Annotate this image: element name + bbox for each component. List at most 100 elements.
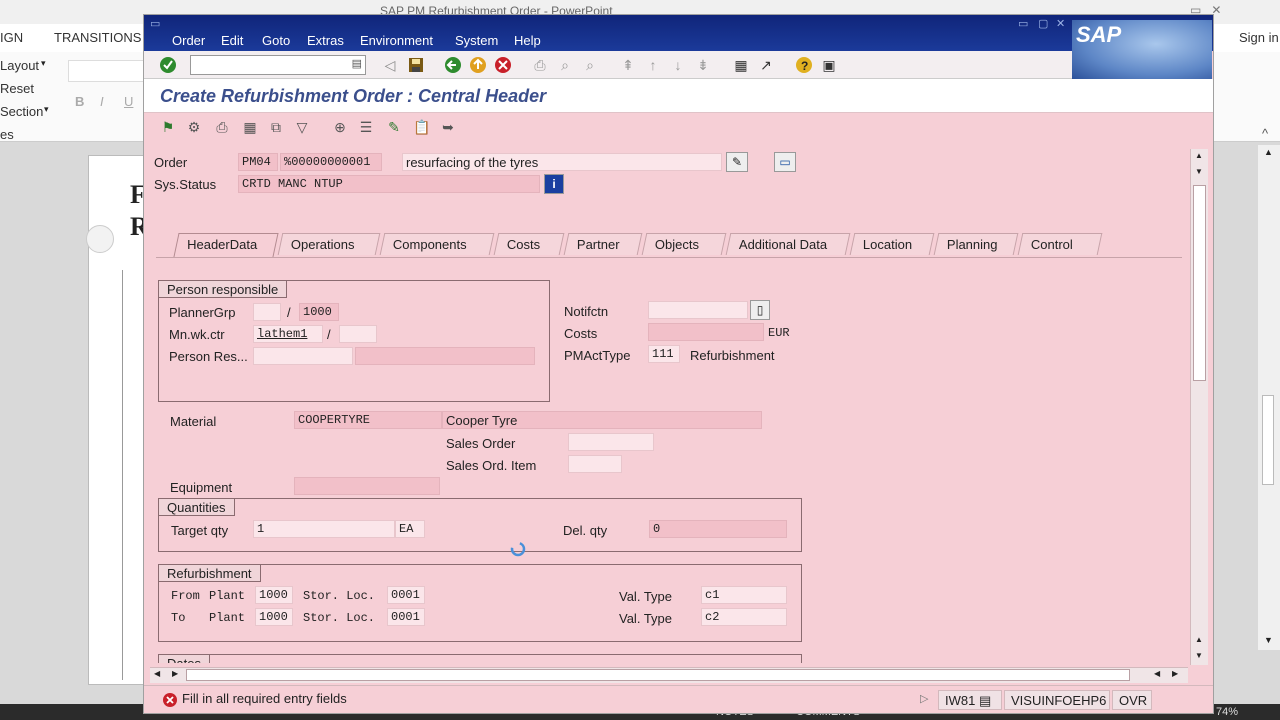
to-stor-loc-field[interactable]: 0001	[387, 608, 425, 626]
scroll-up-icon[interactable]: ▲	[1264, 147, 1273, 157]
ppt-reset-button[interactable]: Reset	[0, 81, 34, 96]
target-qty-field[interactable]: 1	[253, 520, 395, 538]
ppt-section-button[interactable]: Section	[0, 104, 43, 119]
help-icon[interactable]: ?	[794, 55, 814, 75]
menu-environment[interactable]: Environment	[360, 33, 433, 48]
back-icon[interactable]	[443, 55, 463, 75]
tab-control[interactable]: Control	[1017, 233, 1103, 255]
from-plant-field[interactable]: 1000	[255, 586, 293, 604]
vertical-scrollbar[interactable]: ▲ ▼ ▲ ▼	[1190, 149, 1208, 665]
collapse-ribbon-icon[interactable]: ^	[1262, 126, 1268, 141]
settings-icon[interactable]: ⚙	[184, 117, 204, 137]
tab-additional-data[interactable]: Additional Data	[725, 233, 851, 255]
find-icon[interactable]: ⌕	[555, 55, 575, 75]
command-field[interactable]: ▤	[190, 55, 366, 75]
find-next-icon[interactable]: ⌕	[580, 55, 600, 75]
next-page-icon[interactable]: ↓	[668, 55, 688, 75]
sales-ord-item-field[interactable]	[568, 455, 622, 473]
close-icon[interactable]: ✕	[1056, 17, 1065, 30]
menu-edit[interactable]: Edit	[221, 33, 243, 48]
maximize-icon[interactable]: ▢	[1038, 17, 1048, 30]
forward-icon[interactable]: ➥	[438, 117, 458, 137]
print-icon[interactable]: ⎙	[530, 55, 550, 75]
tab-objects[interactable]: Objects	[641, 233, 727, 255]
ppt-tab-transitions[interactable]: TRANSITIONS	[54, 30, 141, 45]
ppt-font-box[interactable]	[68, 60, 148, 82]
menu-order[interactable]: Order	[172, 33, 205, 48]
underline-button[interactable]: U	[124, 94, 133, 109]
scroll-up-icon[interactable]: ▲	[1195, 635, 1203, 644]
scroll-left-icon[interactable]: ◀	[154, 669, 160, 678]
plannergrp-field[interactable]	[253, 303, 281, 321]
tab-planning[interactable]: Planning	[933, 233, 1019, 255]
scroll-down-icon[interactable]: ▼	[1264, 635, 1273, 645]
release-icon[interactable]: ⚑	[158, 117, 178, 137]
menu-system[interactable]: System	[455, 33, 498, 48]
status-expand-icon[interactable]: ▷	[920, 692, 928, 705]
order-description-field[interactable]: resurfacing of the tyres	[402, 153, 722, 171]
scroll-right-icon[interactable]: ▶	[1172, 669, 1178, 678]
create-session-icon[interactable]: ▦	[731, 55, 751, 75]
previous-page-icon[interactable]: ↑	[643, 55, 663, 75]
tab-headerdata[interactable]: HeaderData	[173, 233, 279, 257]
first-page-icon[interactable]: ⇞	[618, 55, 638, 75]
ppt-zoom-level[interactable]: 74%	[1216, 706, 1238, 718]
filter-icon[interactable]: ▽	[292, 117, 312, 137]
ppt-tab-design[interactable]: IGN	[0, 30, 23, 45]
sales-order-field[interactable]	[568, 433, 654, 451]
from-val-type-field[interactable]: c1	[701, 586, 787, 604]
ppt-sign-in[interactable]: Sign in	[1239, 30, 1279, 45]
target-qty-unit-field[interactable]: EA	[395, 520, 425, 538]
italic-button[interactable]: I	[100, 94, 104, 109]
window-menu-icon[interactable]: ▭	[150, 17, 160, 30]
scroll-right-icon[interactable]: ▶	[172, 669, 178, 678]
to-plant-field[interactable]: 1000	[255, 608, 293, 626]
insert-mode[interactable]: OVR	[1112, 690, 1152, 710]
cancel-icon[interactable]	[493, 55, 513, 75]
scroll-down-icon[interactable]: ▼	[1195, 167, 1203, 176]
menu-help[interactable]: Help	[514, 33, 541, 48]
scroll-down-icon[interactable]: ▼	[1195, 651, 1203, 660]
personres-field[interactable]	[253, 347, 353, 365]
ppt-layout-button[interactable]: Layout	[0, 58, 39, 73]
collapse-toolbar-icon[interactable]: ◁	[380, 55, 400, 75]
long-text-edit-icon[interactable]: ✎	[726, 152, 748, 172]
order-details-icon[interactable]: ▭	[774, 152, 796, 172]
tab-location[interactable]: Location	[849, 233, 935, 255]
command-history-icon[interactable]: ▤	[352, 57, 362, 70]
scroll-thumb[interactable]	[186, 669, 1130, 681]
status-message[interactable]: Fill in all required entry fields	[182, 691, 347, 706]
pencil-icon[interactable]: ✎	[384, 117, 404, 137]
save-icon[interactable]	[406, 55, 426, 75]
hierarchy-icon[interactable]: ⧉	[266, 117, 286, 137]
calculator-icon[interactable]: ▦	[240, 117, 260, 137]
shortcut-icon[interactable]: ↗	[756, 55, 776, 75]
scroll-up-icon[interactable]: ▲	[1195, 151, 1203, 160]
scroll-left-icon[interactable]: ◀	[1154, 669, 1160, 678]
exit-icon[interactable]	[468, 55, 488, 75]
scroll-thumb[interactable]	[1262, 395, 1274, 485]
tab-partner[interactable]: Partner	[563, 233, 643, 255]
mnwkctr-field[interactable]: lathem1	[253, 325, 323, 343]
notifctn-field[interactable]	[648, 301, 748, 319]
tab-components[interactable]: Components	[379, 233, 495, 255]
expand-icon[interactable]: ⊕	[330, 117, 350, 137]
scroll-thumb[interactable]	[1193, 185, 1206, 381]
clipboard-icon[interactable]: 📋	[412, 117, 432, 137]
customize-layout-icon[interactable]: ▣	[819, 55, 839, 75]
ppt-vertical-scrollbar[interactable]: ▲ ▼	[1258, 145, 1280, 650]
tab-costs[interactable]: Costs	[493, 233, 565, 255]
to-val-type-field[interactable]: c2	[701, 608, 787, 626]
pmacttype-field[interactable]: 111	[648, 345, 680, 363]
tab-operations[interactable]: Operations	[277, 233, 381, 255]
from-stor-loc-field[interactable]: 0001	[387, 586, 425, 604]
status-info-icon[interactable]: i	[544, 174, 564, 194]
last-page-icon[interactable]: ⇟	[693, 55, 713, 75]
menu-extras[interactable]: Extras	[307, 33, 344, 48]
bold-button[interactable]: B	[75, 94, 84, 109]
print-order-icon[interactable]: ⎙	[212, 117, 232, 137]
mnwkctr-plant-field[interactable]	[339, 325, 377, 343]
notification-create-icon[interactable]: ▯	[750, 300, 770, 320]
transaction-code[interactable]: IW81 ▤	[938, 690, 1002, 710]
list-icon[interactable]: ☰	[356, 117, 376, 137]
